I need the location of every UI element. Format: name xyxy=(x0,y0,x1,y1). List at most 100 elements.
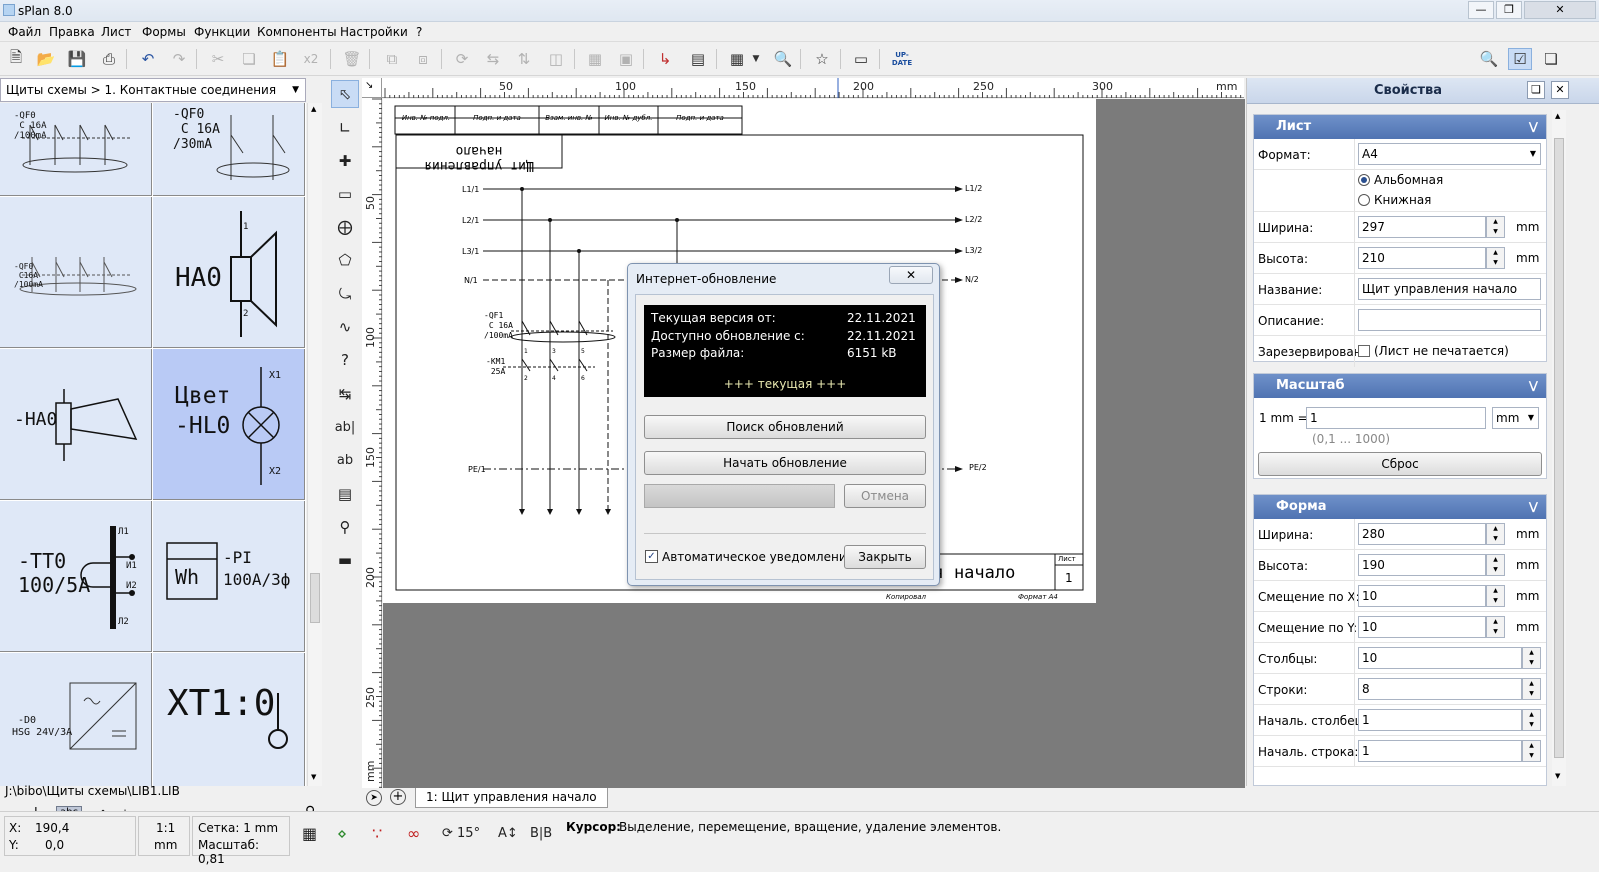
text-size-icon[interactable]: A↕ xyxy=(498,826,518,841)
portrait-radio[interactable] xyxy=(1358,194,1370,206)
angle-button[interactable]: ⟳ 15° xyxy=(442,826,480,841)
start-row-spinner[interactable]: ▲ ▼ xyxy=(1522,740,1541,762)
image-icon[interactable]: ▤ xyxy=(331,480,359,508)
select-arrow-icon[interactable]: ⬁ xyxy=(331,80,359,108)
scroll-up-icon[interactable]: ▲ xyxy=(1555,112,1560,120)
magnet-icon[interactable]: ∵ xyxy=(372,824,382,843)
arrow-right-icon[interactable]: ➤ xyxy=(366,790,382,806)
dialog-close-button[interactable]: ✕ xyxy=(889,266,933,284)
close-button[interactable]: Закрыть xyxy=(844,545,926,569)
reserved-checkbox[interactable] xyxy=(1358,345,1370,357)
library-tile[interactable]: HA0 1 2 xyxy=(153,197,305,348)
properties-scrollbar[interactable]: ▲ ▼ xyxy=(1552,110,1566,786)
start-column-spinner[interactable]: ▲ ▼ xyxy=(1522,709,1541,731)
measure-icon[interactable]: ▬ xyxy=(331,546,359,574)
collapse-icon[interactable]: ⋁ xyxy=(1529,115,1538,139)
undock-icon[interactable]: ❏ xyxy=(1527,81,1545,99)
close-window-button[interactable]: ✕ xyxy=(1524,1,1596,19)
format-select[interactable]: A4 ▼ xyxy=(1358,143,1541,165)
send-back-icon[interactable]: ⧈ xyxy=(411,48,435,70)
bezier-icon[interactable]: ∿ xyxy=(331,313,359,341)
library-tile[interactable]: XT1:0 xyxy=(153,653,305,786)
scroll-down-icon[interactable]: ▼ xyxy=(1555,772,1560,780)
menu-file[interactable]: Файл xyxy=(8,25,41,39)
rotate-icon[interactable]: ⟳ xyxy=(450,48,474,70)
grid-dropdown-icon[interactable]: ▼ xyxy=(749,48,763,70)
delete-icon[interactable]: 🗑 xyxy=(340,48,364,70)
align-icon[interactable]: ◫ xyxy=(544,48,568,70)
sheet-width-input[interactable]: 297 xyxy=(1358,216,1486,238)
zoom-icon[interactable]: 🔍 xyxy=(771,48,795,70)
ungroup-icon[interactable]: ▣ xyxy=(614,48,638,70)
mirror-h-icon[interactable]: ⇆ xyxy=(481,48,505,70)
line-tool-icon[interactable]: ∟ xyxy=(331,114,359,142)
grid-toggle-icon[interactable]: ▦ xyxy=(302,824,317,843)
textbox-tool-icon[interactable]: ab xyxy=(331,446,359,474)
dimension-icon[interactable]: ↹ xyxy=(331,380,359,408)
sheet-height-input[interactable]: 210 xyxy=(1358,247,1486,269)
menu-components[interactable]: Компоненты xyxy=(257,25,337,39)
offset-y-input[interactable]: 10 xyxy=(1358,616,1486,638)
sheet-name-input[interactable]: Щит управления начало xyxy=(1358,278,1541,300)
auto-notify-checkbox[interactable]: ✓ xyxy=(645,550,658,563)
scale-group-header[interactable]: Масштаб ⋁ xyxy=(1254,374,1546,398)
start-column-input[interactable]: 1 xyxy=(1358,709,1522,731)
text-tool-icon[interactable]: ab| xyxy=(331,413,359,441)
collapse-icon[interactable]: ⋁ xyxy=(1529,374,1538,398)
start-row-input[interactable]: 1 xyxy=(1358,740,1522,762)
library-tile[interactable]: -TT0 100/5A Л1 И1 И2 Л2 xyxy=(0,501,152,652)
landscape-radio[interactable] xyxy=(1358,174,1370,186)
open-folder-icon[interactable]: 📂 xyxy=(34,48,58,70)
help-icon[interactable]: ? xyxy=(331,346,359,374)
shape-width-input[interactable]: 280 xyxy=(1358,523,1486,545)
offset-y-spinner[interactable]: ▲ ▼ xyxy=(1486,616,1505,638)
menu-help[interactable]: ? xyxy=(416,25,422,39)
sheet-group-header[interactable]: Лист ⋁ xyxy=(1254,115,1546,139)
library-scrollbar[interactable]: ▲ ▼ xyxy=(307,103,322,786)
zoom-tool-icon[interactable]: ⚲ xyxy=(331,513,359,541)
search-updates-button[interactable]: Поиск обновлений xyxy=(644,415,926,439)
scrollbar-thumb[interactable] xyxy=(1554,138,1564,758)
shape-group-header[interactable]: Форма ⋁ xyxy=(1254,495,1546,519)
sheet-tab[interactable]: 1: Щит управления начало xyxy=(415,788,608,808)
menu-functions[interactable]: Функции xyxy=(194,25,250,39)
shape-width-spinner[interactable]: ▲ ▼ xyxy=(1486,523,1505,545)
mirror-v-icon[interactable]: ⇅ xyxy=(512,48,536,70)
scale-unit-select[interactable]: mm ▼ xyxy=(1492,407,1539,429)
columns-spinner[interactable]: ▲ ▼ xyxy=(1522,647,1541,669)
save-icon[interactable]: 💾 xyxy=(65,48,89,70)
rows-input[interactable]: 8 xyxy=(1358,678,1522,700)
rows-spinner[interactable]: ▲ ▼ xyxy=(1522,678,1541,700)
page-view-icon[interactable]: ▭ xyxy=(849,48,873,70)
offset-x-input[interactable]: 10 xyxy=(1358,585,1486,607)
menu-sheet[interactable]: Лист xyxy=(101,25,131,39)
library-tile-selected[interactable]: Цвет -HL0 X1 X2 xyxy=(153,349,305,500)
circle-icon[interactable]: ⨁ xyxy=(331,213,359,241)
print-icon[interactable]: ⎙ xyxy=(97,48,121,70)
snap-icon[interactable]: ⋄ xyxy=(337,824,347,843)
undo-icon[interactable]: ↶ xyxy=(136,48,160,70)
maximize-button[interactable]: ❐ xyxy=(1496,1,1522,19)
bring-front-icon[interactable]: ⧉ xyxy=(380,48,404,70)
offset-x-spinner[interactable]: ▲ ▼ xyxy=(1486,585,1505,607)
update-button[interactable]: UP-DATE xyxy=(888,48,916,70)
library-tile[interactable]: -D0 HSG 24V/3A xyxy=(0,653,152,786)
menu-edit[interactable]: Правка xyxy=(49,25,95,39)
library-combo[interactable]: Щиты схемы > 1. Контактные соединения 10… xyxy=(0,78,306,119)
junction-icon[interactable]: ✚ xyxy=(331,147,359,175)
start-update-button[interactable]: Начать обновление xyxy=(644,451,926,475)
sheet-width-spinner[interactable]: ▲ ▼ xyxy=(1486,216,1505,238)
cancel-button[interactable]: Отмена xyxy=(844,484,926,508)
sheet-description-input[interactable] xyxy=(1358,309,1541,331)
grid-icon[interactable]: ▦ xyxy=(725,48,749,70)
scale-reset-button[interactable]: Сброс xyxy=(1258,452,1542,476)
binoculars-icon[interactable]: 🔍 xyxy=(1477,48,1501,70)
scale-input[interactable]: 1 xyxy=(1306,407,1486,429)
library-tile[interactable]: -QF0 C 16A /100mA xyxy=(0,103,152,196)
menu-settings[interactable]: Настройки xyxy=(340,25,408,39)
numbering-icon[interactable]: ↳ xyxy=(653,48,677,70)
copy-window-icon[interactable]: ❏ xyxy=(1539,48,1563,70)
library-tile[interactable]: -QF0 C 16A /30mA xyxy=(153,103,305,196)
new-file-icon[interactable]: 🗎 xyxy=(4,48,28,70)
library-tile[interactable]: -QF0 C16A /100mA xyxy=(0,197,152,348)
